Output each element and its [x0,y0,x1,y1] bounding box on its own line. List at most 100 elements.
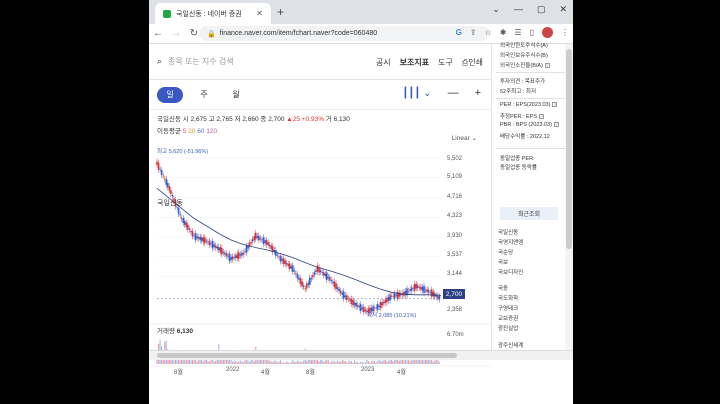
period-month[interactable]: 월 [225,87,247,103]
candle-body [346,295,348,300]
zoom-out-icon[interactable]: — [448,87,459,99]
google-icon[interactable]: G [456,28,462,37]
candle-body [301,281,303,287]
volume-bar [361,361,363,364]
candle-body [424,289,427,291]
candle-body [384,299,387,303]
volume-bar [375,362,377,364]
side-item: 외국인소진율(B/A)? [500,61,550,69]
recent-item[interactable]: 국영지앤엠 [498,238,523,246]
candle-body [267,242,269,245]
volume-bar [384,359,387,364]
minimize-button[interactable]: — [514,4,523,15]
browser-tab[interactable]: 국일신동 : 네이버 증권 ✕ [155,3,271,24]
candle-body [356,305,359,307]
recent-item[interactable]: 광진실업 [498,324,518,332]
candle-body [197,237,200,239]
candle-body [347,298,350,300]
menu-indicators[interactable]: 보조지표 [400,57,429,68]
horizontal-scrollbar[interactable] [149,350,573,360]
horizontal-scroll-thumb[interactable] [157,353,457,358]
address-bar[interactable]: 🔒 finance.naver.com/item/fchart.naver?co… [199,26,489,41]
candle-body [228,253,231,262]
recent-item[interactable]: 국동 [498,284,508,292]
volume-bar [327,360,329,364]
menu-print[interactable]: ⎙인쇄 [462,57,483,68]
forward-icon[interactable]: → [167,28,185,39]
recent-item[interactable]: 국보디자인 [498,268,523,276]
volume-bar [353,359,356,364]
candle-body [426,289,428,293]
candle-body [193,235,195,237]
volume-bar [269,360,271,364]
help-icon[interactable]: ? [544,63,550,69]
search-icon[interactable]: ⌕ [157,56,162,67]
help-icon[interactable]: ? [553,122,559,128]
side-item: 동일업종 등락률 [500,163,537,171]
share-icon[interactable]: ⇪ [470,28,477,37]
side-label: 52주최고 : 최저 [500,89,537,95]
recent-title[interactable]: 최근조회 [500,207,558,220]
menu-icon[interactable]: ⋮ [561,28,569,37]
candle-body [190,231,192,233]
help-icon[interactable]: ? [552,102,558,108]
volume-bar [360,361,362,364]
recent-item[interactable]: 국일신동 [498,228,518,236]
recent-item[interactable]: 교보증권 [498,314,518,322]
tab-search-icon[interactable]: ⌄ [492,4,500,15]
chart-type-candle-icon[interactable]: ┃┃┃ ⌄ [402,88,431,99]
candle-body [342,291,345,299]
volume-bar [242,362,245,364]
candle-body [341,292,344,295]
side-scroll-thumb[interactable] [566,49,572,249]
volume-bar [202,361,204,364]
tab-title: 국일신동 : 네이버 증권 [176,10,242,18]
tab-strip: 국일신동 : 네이버 증권 ✕ + ⌄ — ▢ ✕ [149,0,573,24]
candle-body [231,256,234,260]
help-icon[interactable]: ? [539,114,545,120]
candle-body [332,281,334,284]
close-tab-icon[interactable]: ✕ [256,9,263,18]
menu-tools[interactable]: 도구 [438,57,453,68]
volume-bar [299,362,302,364]
candle-body [325,272,328,280]
scale-selector[interactable]: Linear ⌄ [452,134,477,142]
close-window-button[interactable]: ✕ [559,4,567,15]
candle-body [418,287,421,289]
volume-bar [358,362,360,364]
menu-disclosure[interactable]: 공시 [376,57,391,68]
candle-body [386,297,388,303]
candle-body [216,246,218,249]
new-tab-button[interactable]: + [277,5,284,19]
volume-bar [333,361,336,364]
candle-body [373,307,376,309]
profile-avatar[interactable] [542,27,553,38]
volume-bar [196,361,198,364]
x-tick: 2022 [226,367,240,373]
maximize-button[interactable]: ▢ [537,4,546,15]
extensions-icon[interactable]: ✱ [500,28,507,37]
search-input[interactable]: 종목 또는 지수 검색 [168,56,234,67]
recent-item[interactable]: 국도화학 [498,294,518,302]
bookmark-star-icon[interactable]: ☆ [485,28,492,37]
candle-body [392,295,394,297]
price-chart[interactable] [149,144,491,384]
recent-item[interactable]: 구영테크 [498,304,518,312]
side-label: 외국인소진율(B/A) [500,63,543,69]
zoom-in-icon[interactable]: + [475,87,481,99]
sidepanel-icon[interactable]: ▯ [530,28,534,37]
recent-item[interactable]: 국보 [498,258,508,266]
side-label: PBR : BPS (2023.03) [500,122,552,128]
recent-item[interactable]: 국순당 [498,248,513,256]
back-icon[interactable]: ← [149,28,167,39]
recent-item[interactable]: 광주신세계 [498,341,523,349]
period-day[interactable]: 일 [157,86,183,103]
candle-body [199,236,202,241]
period-week[interactable]: 주 [193,87,215,103]
reading-list-icon[interactable]: ☰ [514,28,521,37]
url-text: finance.naver.com/item/fchart.naver?code… [219,30,378,37]
volume-bar [273,360,275,364]
candle-body [221,247,223,255]
side-scrollbar[interactable] [565,44,573,350]
candle-body [170,190,172,194]
